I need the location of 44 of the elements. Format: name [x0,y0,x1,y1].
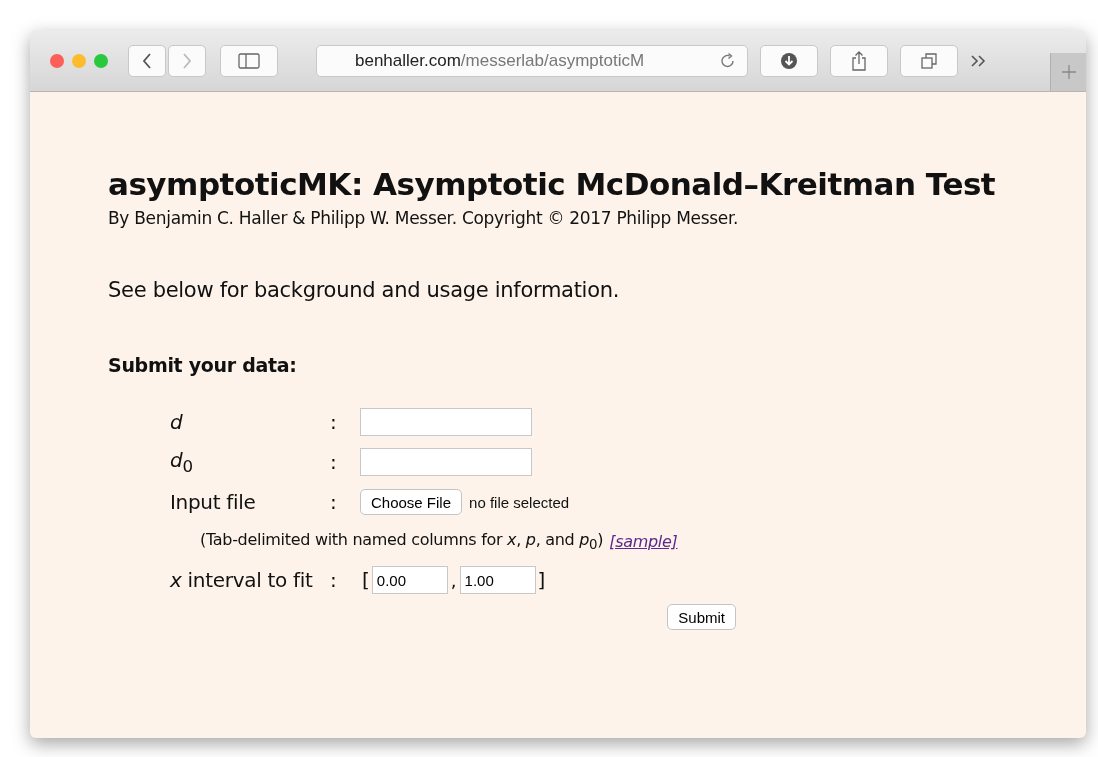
address-bar[interactable]: benhaller.com/messerlab/asymptoticM [316,44,748,77]
download-icon [780,51,798,70]
reload-icon[interactable] [719,51,737,70]
share-icon [850,49,868,72]
colon-text: : [330,410,338,434]
file-status-text: no file selected [469,493,570,511]
plus-icon [1060,64,1077,80]
choose-file-button[interactable]: Choose File [360,489,463,515]
interval-low-field[interactable]: 0.00 [371,566,448,594]
forward-button[interactable] [168,44,206,77]
byline-text: By Benjamin C. Haller & Philipp W. Messer. Copyright © 2017 Philipp Messer. [108,208,740,228]
sample-link[interactable]: [sample] [609,531,678,551]
input-field[interactable] [360,448,532,476]
chevron-right-icon [181,51,193,70]
colon-text: : [330,490,338,514]
zoom-window-icon[interactable] [94,53,108,68]
field-label: d$_{0}$ [170,448,194,476]
new-tab-button[interactable] [1050,53,1086,91]
close-window-icon[interactable] [50,53,64,68]
share-button[interactable] [830,44,888,77]
field-label: Input file [170,490,257,514]
sidebar-icon [238,52,260,69]
sidebar-button[interactable] [220,44,278,77]
interval-high-field[interactable]: 1.00 [459,566,536,594]
field-label: d [170,410,184,434]
field-label: x interval to fit [170,568,314,592]
comma-text: , [450,569,457,591]
input-field[interactable] [360,408,532,436]
back-button[interactable] [128,44,166,77]
download-button[interactable] [760,44,818,77]
chevron-left-icon [141,51,153,70]
chevrons-icon[interactable] [970,53,988,68]
format-note: (Tab-delimited with named columns for x, p, and p$_{0}$) [200,529,604,553]
bracket-text: ] [537,568,546,592]
colon-text: : [330,450,338,474]
tabs-icon [920,51,938,70]
intro-text: See below for background and usage information. [108,278,621,302]
tabs-button[interactable] [900,44,958,77]
section-heading: Submit your data: [108,354,298,376]
submit-button[interactable]: Submit [667,604,736,630]
page-title: asymptoticMK: Asymptotic McDonald–Kreitman Test [108,166,997,202]
bracket-text: [ [362,568,370,592]
colon-text: : [330,568,338,592]
url-text: benhaller.com/messerlab/asymptoticM [355,50,646,71]
